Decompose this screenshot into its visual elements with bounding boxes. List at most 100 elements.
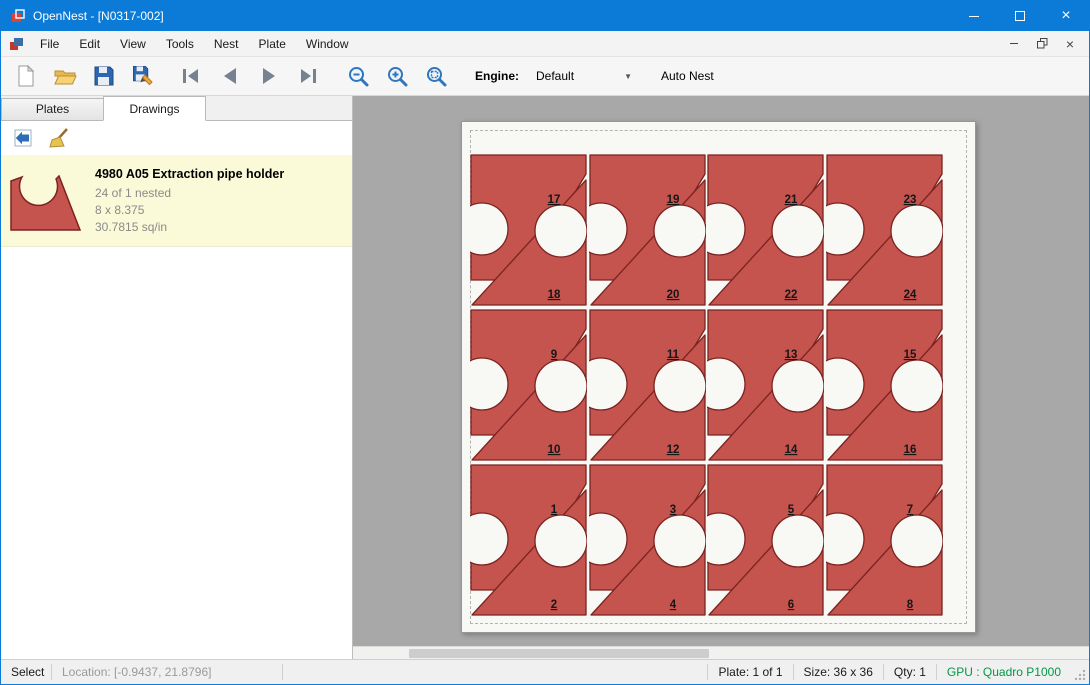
engine-label: Engine:	[475, 69, 519, 83]
clean-broom-icon	[48, 127, 70, 149]
minimize-icon	[969, 16, 979, 17]
nav-next-icon	[256, 64, 282, 88]
nav-next-button[interactable]	[252, 60, 286, 92]
nest-canvas[interactable]: 171819202122232491011121314151612345678	[353, 96, 1089, 659]
main-area: Plates Drawings 4980 A05 Extraction pipe…	[1, 96, 1089, 659]
zoom-in-button[interactable]	[380, 60, 414, 92]
new-button[interactable]	[9, 60, 43, 92]
nest-pair[interactable]: 9 10	[470, 309, 587, 461]
menu-item-edit[interactable]: Edit	[69, 31, 110, 56]
save-as-button[interactable]	[126, 60, 160, 92]
nest-pair[interactable]: 34	[589, 464, 706, 616]
part-number: 22	[785, 289, 798, 301]
menu-item-window[interactable]: Window	[296, 31, 359, 56]
nest-pair[interactable]: 2122	[707, 154, 824, 306]
nav-prev-button[interactable]	[213, 60, 247, 92]
part-number: 17	[548, 194, 561, 206]
minimize-button[interactable]	[951, 1, 997, 31]
part-number: 2	[551, 599, 557, 611]
status-gpu: GPU : Quadro P1000	[937, 665, 1071, 679]
close-icon: ×	[1061, 8, 1070, 24]
part-notch-cutout	[535, 205, 587, 257]
tab-strip: Plates Drawings	[1, 96, 352, 121]
nest-pair[interactable]: 56	[707, 464, 824, 616]
part-notch-cutout	[654, 205, 706, 257]
nav-last-button[interactable]	[291, 60, 325, 92]
nest-pair[interactable]: 1516	[826, 309, 943, 461]
part-number: 24	[903, 289, 916, 301]
part-notch-cutout	[891, 515, 943, 567]
menu-item-plate[interactable]: Plate	[249, 31, 296, 56]
status-plate: Plate: 1 of 1	[708, 665, 792, 679]
menu-item-nest[interactable]: Nest	[204, 31, 249, 56]
engine-select[interactable]: Default ▼	[532, 66, 636, 86]
tab-plates[interactable]: Plates	[1, 98, 104, 120]
menu-item-view[interactable]: View	[110, 31, 156, 56]
part-number: 7	[906, 504, 912, 516]
part-number: 16	[903, 444, 916, 456]
mdi-close-button[interactable]: ×	[1057, 34, 1083, 54]
drawing-area: 30.7815 sq/in	[95, 219, 284, 236]
nav-prev-icon	[217, 64, 243, 88]
menu-item-file[interactable]: File	[30, 31, 69, 56]
clean-broom-button[interactable]	[45, 125, 73, 151]
status-size: Size: 36 x 36	[794, 665, 883, 679]
close-button[interactable]: ×	[1043, 1, 1089, 31]
open-button[interactable]	[48, 60, 82, 92]
part-number: 18	[548, 289, 561, 301]
nav-first-button[interactable]	[174, 60, 208, 92]
zoom-window-icon	[424, 64, 448, 88]
save-button[interactable]	[87, 60, 121, 92]
nest-pair[interactable]: 12	[470, 464, 587, 616]
open-folder-icon	[53, 64, 77, 88]
maximize-button[interactable]	[997, 1, 1043, 31]
title-bar[interactable]: OpenNest - [N0317-002] ×	[1, 1, 1089, 31]
zoom-out-icon	[346, 64, 370, 88]
flip-part-icon	[12, 127, 34, 149]
part-number: 9	[551, 349, 557, 361]
left-panel: Plates Drawings 4980 A05 Extraction pipe…	[1, 96, 353, 659]
part-number: 15	[903, 349, 916, 361]
part-notch-cutout	[772, 360, 824, 412]
engine-value: Default	[536, 69, 624, 83]
part-number: 14	[785, 444, 798, 456]
new-file-icon	[14, 64, 38, 88]
nest-pair[interactable]: 1920	[589, 154, 706, 306]
nest-pair[interactable]: 2324	[826, 154, 943, 306]
nest-pair[interactable]: 13 14	[707, 309, 824, 461]
flip-part-button[interactable]	[9, 125, 37, 151]
nest-plate[interactable]: 171819202122232491011121314151612345678	[461, 121, 976, 633]
part-notch-cutout	[535, 360, 587, 412]
save-icon	[92, 64, 116, 88]
menu-item-tools[interactable]: Tools	[156, 31, 204, 56]
part-number: 4	[669, 599, 676, 611]
resize-grip[interactable]	[1071, 660, 1089, 684]
scrollbar-thumb[interactable]	[409, 649, 709, 658]
zoom-window-button[interactable]	[419, 60, 453, 92]
nest-pair[interactable]: 1112	[589, 309, 706, 461]
mdi-minimize-icon	[1010, 43, 1018, 44]
nest-pair[interactable]: 78	[826, 464, 943, 616]
status-qty: Qty: 1	[884, 665, 936, 679]
app-window: OpenNest - [N0317-002] × File Edit View …	[0, 0, 1090, 685]
mdi-minimize-button[interactable]	[1001, 34, 1027, 54]
horizontal-scrollbar[interactable]	[353, 646, 1089, 659]
part-number: 13	[785, 349, 798, 361]
mdi-close-icon: ×	[1066, 37, 1074, 51]
part-notch-cutout	[535, 515, 587, 567]
tab-drawings[interactable]: Drawings	[103, 96, 206, 121]
part-notch-cutout	[654, 515, 706, 567]
nav-first-icon	[178, 64, 204, 88]
save-as-icon	[131, 64, 155, 88]
nest-pair[interactable]: 1718	[470, 154, 587, 306]
part-notch-cutout	[891, 360, 943, 412]
mdi-restore-button[interactable]	[1029, 34, 1055, 54]
drawing-list-item[interactable]: 4980 A05 Extraction pipe holder 24 of 1 …	[1, 155, 352, 247]
maximize-icon	[1015, 11, 1025, 21]
part-number: 10	[548, 444, 561, 456]
mdi-window-icon[interactable]	[9, 36, 24, 51]
zoom-out-button[interactable]	[341, 60, 375, 92]
part-notch-cutout	[891, 205, 943, 257]
part-number: 3	[669, 504, 675, 516]
auto-nest-button[interactable]: Auto Nest	[655, 65, 720, 87]
